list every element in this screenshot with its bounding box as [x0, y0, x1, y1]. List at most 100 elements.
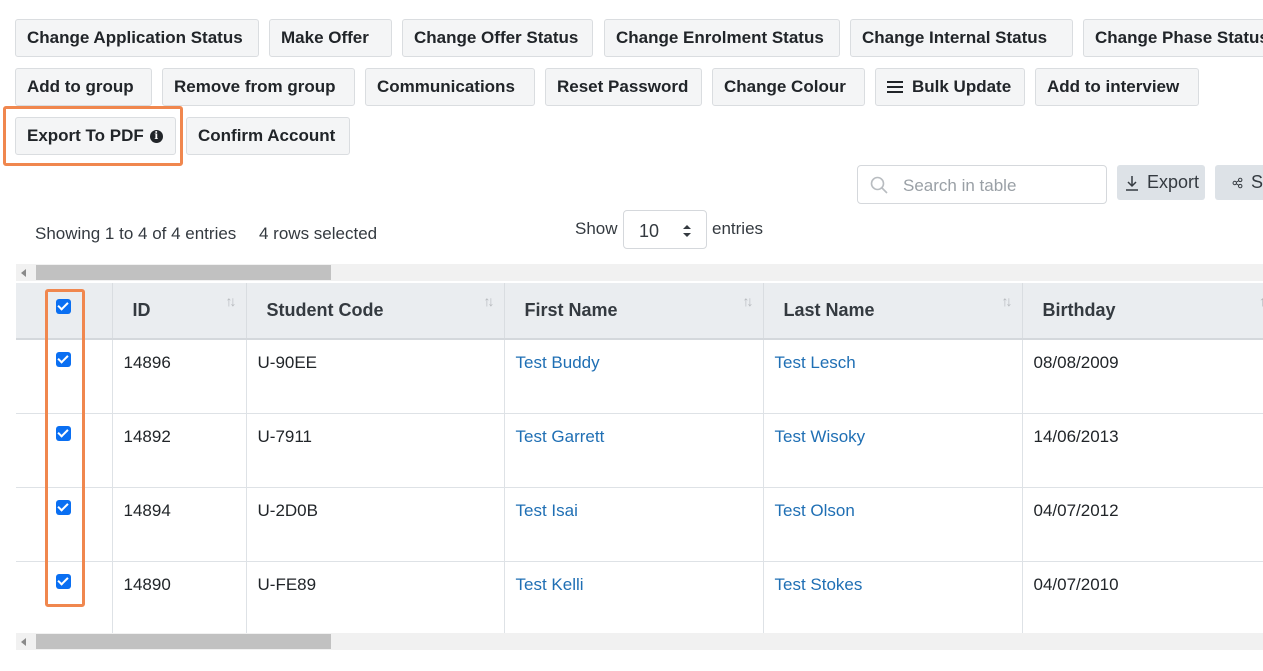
column-header-label: Student Code	[266, 300, 384, 320]
communications-button[interactable]: Communications	[365, 68, 535, 106]
change-colour-button[interactable]: Change Colour	[712, 68, 865, 106]
id-cell: 14896	[112, 339, 247, 414]
select-arrows-icon	[683, 225, 691, 237]
students-table: ID ↑↓ Student Code ↑↓ First Name ↑↓ Last Na…	[16, 283, 1263, 636]
row-select-cell	[16, 487, 113, 562]
share-button[interactable]: S	[1215, 165, 1263, 200]
student-code-cell: U-7911	[246, 413, 505, 488]
button-label: Add to group	[27, 77, 134, 96]
list-icon	[887, 78, 903, 96]
column-header-last-name[interactable]: Last Name ↑↓	[763, 283, 1023, 340]
change-enrolment-status-button[interactable]: Change Enrolment Status	[604, 19, 840, 57]
sort-icon: ↑↓	[1001, 293, 1013, 309]
button-label: Change Enrolment Status	[616, 28, 824, 47]
make-offer-button[interactable]: Make Offer	[269, 19, 392, 57]
last-name-link[interactable]: Test Olson	[763, 487, 1023, 562]
table-row[interactable]: 14896 U-90EE Test Buddy Test Lesch 08/08…	[16, 339, 1263, 414]
share-icon	[1232, 177, 1243, 188]
column-header-label: First Name	[524, 300, 618, 320]
download-icon	[1126, 175, 1138, 191]
select-all-header	[16, 283, 113, 340]
button-label: Change Phase Status	[1095, 28, 1263, 47]
show-label: Show	[575, 219, 618, 238]
share-label: S	[1250, 172, 1263, 192]
column-header-label: Birthday	[1042, 300, 1116, 320]
student-code-cell: U-90EE	[246, 339, 505, 414]
export-label: Export	[1147, 172, 1200, 192]
search-icon	[870, 176, 888, 194]
search-box[interactable]	[857, 165, 1107, 204]
export-to-pdf-button[interactable]: Export To PDF i	[15, 117, 176, 155]
column-header-label: Last Name	[783, 300, 875, 320]
birthday-cell: 08/08/2009	[1022, 339, 1263, 414]
id-cell: 14894	[112, 487, 247, 562]
change-application-status-button[interactable]: Change Application Status	[15, 19, 259, 57]
first-name-link[interactable]: Test Kelli	[504, 561, 764, 636]
table-row[interactable]: 14890 U-FE89 Test Kelli Test Stokes 04/0…	[16, 561, 1263, 636]
button-label: Make Offer	[281, 28, 369, 47]
sort-icon: ↑↓	[225, 293, 237, 309]
student-code-cell: U-FE89	[246, 561, 505, 636]
id-cell: 14890	[112, 561, 247, 636]
last-name-link[interactable]: Test Lesch	[763, 339, 1023, 414]
column-header-student-code[interactable]: Student Code ↑↓	[246, 283, 505, 340]
remove-from-group-button[interactable]: Remove from group	[162, 68, 355, 106]
button-label: Communications	[377, 77, 515, 96]
row-checkbox[interactable]	[56, 352, 72, 367]
button-label: Change Offer Status	[414, 28, 579, 47]
column-header-first-name[interactable]: First Name ↑↓	[504, 283, 764, 340]
birthday-cell: 14/06/2013	[1022, 413, 1263, 488]
row-select-cell	[16, 339, 113, 414]
search-input[interactable]	[901, 174, 1100, 198]
bulk-update-button[interactable]: Bulk Update	[875, 68, 1025, 106]
add-to-interview-button[interactable]: Add to interview	[1035, 68, 1199, 106]
add-to-group-button[interactable]: Add to group	[15, 68, 152, 106]
column-header-id[interactable]: ID ↑↓	[112, 283, 247, 340]
change-offer-status-button[interactable]: Change Offer Status	[402, 19, 593, 57]
first-name-link[interactable]: Test Buddy	[504, 339, 764, 414]
row-checkbox[interactable]	[56, 573, 72, 589]
row-checkbox[interactable]	[56, 425, 72, 441]
export-button[interactable]: Export	[1117, 165, 1205, 200]
column-header-birthday[interactable]: Birthday ↑↓	[1022, 283, 1263, 340]
button-label: Remove from group	[174, 77, 336, 96]
first-name-link[interactable]: Test Garrett	[504, 413, 764, 488]
scroll-left-icon[interactable]	[21, 269, 26, 277]
button-label: Change Colour	[724, 77, 846, 96]
button-label: Bulk Update	[912, 77, 1012, 96]
button-label: Reset Password	[557, 77, 689, 96]
button-label: Export To PDF	[27, 126, 144, 145]
sort-icon: ↑↓	[742, 293, 754, 309]
horizontal-scrollbar-top[interactable]	[16, 264, 1263, 281]
page-size-select[interactable]: 10	[623, 210, 707, 249]
confirm-account-button[interactable]: Confirm Account	[186, 117, 350, 155]
reset-password-button[interactable]: Reset Password	[545, 68, 702, 106]
sort-icon: ↑↓	[1259, 293, 1263, 309]
button-label: Confirm Account	[198, 126, 336, 145]
table-row[interactable]: 14894 U-2D0B Test Isai Test Olson 04/07/…	[16, 487, 1263, 562]
entries-label: entries	[712, 219, 764, 238]
table-row[interactable]: 14892 U-7911 Test Garrett Test Wisoky 14…	[16, 413, 1263, 488]
change-internal-status-button[interactable]: Change Internal Status	[850, 19, 1073, 57]
sort-icon: ↑↓	[483, 293, 495, 309]
birthday-cell: 04/07/2012	[1022, 487, 1263, 562]
scroll-left-icon[interactable]	[21, 638, 26, 646]
scrollbar-thumb[interactable]	[36, 265, 331, 280]
birthday-cell: 04/07/2010	[1022, 561, 1263, 636]
row-select-cell	[16, 413, 113, 488]
select-all-checkbox[interactable]	[56, 299, 72, 314]
student-code-cell: U-2D0B	[246, 487, 505, 562]
button-label: Change Application Status	[27, 28, 243, 47]
first-name-link[interactable]: Test Isai	[504, 487, 764, 562]
last-name-link[interactable]: Test Stokes	[763, 561, 1023, 636]
last-name-link[interactable]: Test Wisoky	[763, 413, 1023, 488]
change-phase-status-button[interactable]: Change Phase Status	[1083, 19, 1263, 57]
row-checkbox[interactable]	[56, 499, 72, 515]
rows-selected-text: 4 rows selected	[259, 224, 378, 243]
row-select-cell	[16, 561, 113, 636]
scrollbar-thumb[interactable]	[36, 634, 331, 649]
page-size-value: 10	[639, 221, 660, 241]
button-label: Change Internal Status	[862, 28, 1048, 47]
horizontal-scrollbar-bottom[interactable]	[16, 633, 1263, 650]
showing-entries-text: Showing 1 to 4 of 4 entries	[35, 224, 237, 243]
